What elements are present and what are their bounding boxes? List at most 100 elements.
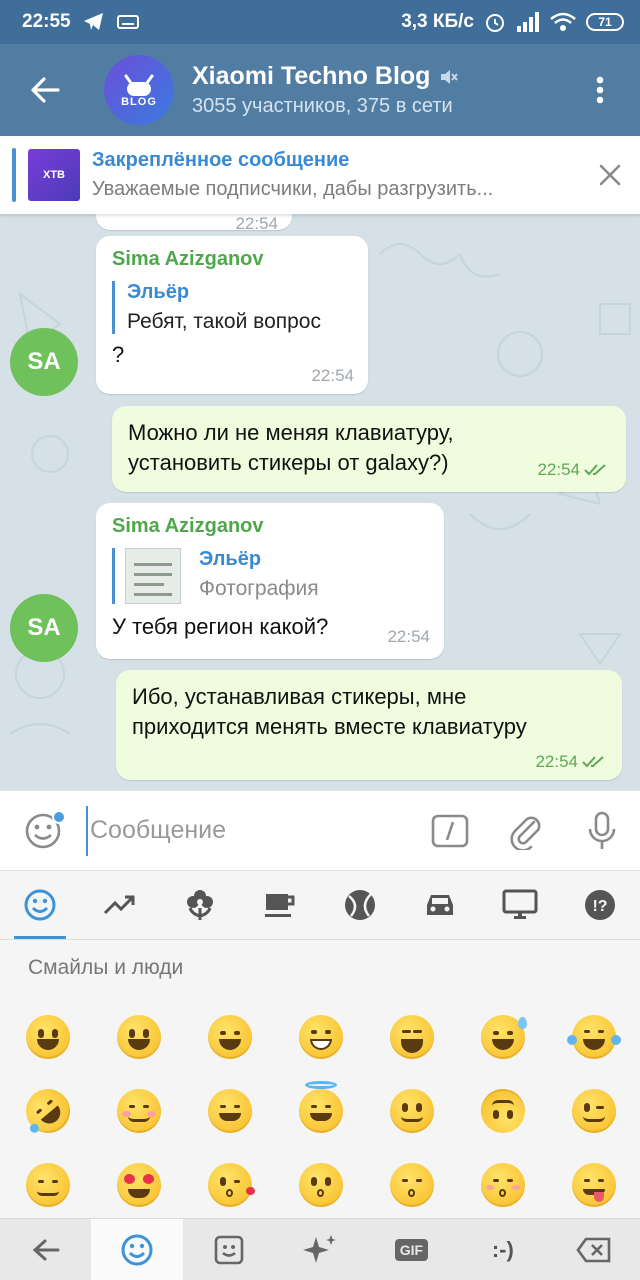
- pinned-accent-bar: [12, 148, 16, 202]
- emoticon-mode-button[interactable]: :-): [457, 1219, 548, 1280]
- message-bubble-incoming[interactable]: Sima Azizganov Эльёр Фотография У тебя р…: [96, 503, 444, 659]
- tab-activity[interactable]: [320, 871, 400, 939]
- emoji-kissing-heart[interactable]: [184, 1148, 275, 1222]
- tab-food[interactable]: [240, 871, 320, 939]
- emoji-smiling-eyes[interactable]: [184, 1074, 275, 1148]
- pinned-message[interactable]: XTB Закреплённое сообщение Уважаемые под…: [0, 136, 640, 214]
- sticker-mode-button[interactable]: [183, 1219, 274, 1280]
- emoji-back-button[interactable]: [0, 1219, 91, 1280]
- arrow-left-icon: [32, 1239, 60, 1260]
- bot-commands-button[interactable]: [412, 814, 488, 848]
- back-button[interactable]: [0, 44, 90, 136]
- message-time: 22:54: [387, 627, 430, 646]
- tab-travel[interactable]: [400, 871, 480, 939]
- tab-nature[interactable]: [160, 871, 240, 939]
- message-bubble-partial[interactable]: 22:54: [96, 214, 292, 233]
- tab-trending[interactable]: [80, 871, 160, 939]
- battery-icon: 71: [586, 13, 624, 31]
- reply-photo-thumbnail: [125, 548, 181, 604]
- chat-header: BLOG Xiaomi Techno Blog 3055 участников,…: [0, 44, 640, 136]
- gif-mode-button[interactable]: GIF: [366, 1219, 457, 1280]
- gif-icon: GIF: [394, 1238, 429, 1261]
- emoji-relieved[interactable]: [2, 1148, 93, 1222]
- emoji-upside-down[interactable]: [457, 1074, 548, 1148]
- sticker-icon: [214, 1235, 243, 1264]
- message-input[interactable]: Сообщение: [86, 805, 412, 856]
- message-time: 22:54: [311, 366, 354, 385]
- message-text-line: Ибо, устанавливая стикеры, мне: [132, 684, 467, 709]
- emoji-grinning[interactable]: [2, 1000, 93, 1074]
- sender-avatar[interactable]: SA: [10, 594, 78, 662]
- pinned-preview: Уважаемые подписчики, дабы разгрузить...: [92, 178, 494, 200]
- channel-title: Xiaomi Techno Blog: [192, 62, 431, 90]
- emoji-mode-button[interactable]: [91, 1219, 183, 1280]
- emoji-smiley[interactable]: [93, 1000, 184, 1074]
- emoji-laughing[interactable]: [366, 1000, 457, 1074]
- emoji-wink[interactable]: [548, 1074, 639, 1148]
- network-speed: 3,3 КБ/с: [401, 11, 474, 32]
- tab-smileys[interactable]: [0, 871, 80, 939]
- emoji-joy[interactable]: [548, 1000, 639, 1074]
- reply-text: Фотография: [199, 577, 319, 600]
- message-text-line: Можно ли не меняя клавиатуру,: [128, 420, 454, 445]
- status-time: 22:55: [22, 11, 71, 32]
- emoji-kissing[interactable]: [275, 1148, 366, 1222]
- backspace-button[interactable]: [549, 1219, 640, 1280]
- channel-members: 3055 участников, 375 в сети: [192, 95, 453, 117]
- emoji-grin[interactable]: [275, 1000, 366, 1074]
- message-bubble-incoming[interactable]: Sima Azizganov Эльёр Ребят, такой вопрос…: [96, 236, 368, 394]
- attach-button[interactable]: [488, 812, 564, 850]
- notification-dot: [52, 809, 66, 824]
- smile-icon: [121, 1234, 153, 1265]
- message-bubble-outgoing[interactable]: Можно ли не меняя клавиатуру, установить…: [112, 406, 626, 492]
- message-time: 22:54: [537, 460, 580, 479]
- tab-objects[interactable]: [480, 871, 560, 939]
- double-check-icon: [584, 464, 606, 476]
- message-text: У тебя регион какой?: [112, 614, 329, 639]
- emoji-innocent[interactable]: [275, 1074, 366, 1148]
- sparkle-button[interactable]: [274, 1219, 365, 1280]
- more-menu-button[interactable]: [560, 76, 640, 104]
- symbols-icon: !?: [585, 890, 615, 920]
- channel-avatar-label: BLOG: [121, 96, 157, 108]
- emoji-kissing-closed-eyes[interactable]: [457, 1148, 548, 1222]
- channel-avatar[interactable]: BLOG: [104, 55, 174, 125]
- muted-icon: [441, 69, 459, 84]
- emoji-yum[interactable]: [548, 1148, 639, 1222]
- emoji-sweat-smile[interactable]: [457, 1000, 548, 1074]
- tab-symbols[interactable]: !?: [560, 871, 640, 939]
- monitor-icon: [502, 889, 538, 919]
- pinned-title: Закреплённое сообщение: [92, 149, 350, 171]
- message-sender: Sima Azizganov: [112, 248, 264, 270]
- reply-quote[interactable]: Эльёр Фотография: [112, 548, 428, 604]
- microphone-icon: [588, 811, 616, 849]
- message-status: 22:54: [537, 460, 610, 480]
- pinned-close-button[interactable]: [580, 164, 640, 186]
- channel-info[interactable]: Xiaomi Techno Blog 3055 участников, 375 …: [192, 62, 560, 118]
- trending-icon: [103, 895, 135, 915]
- telegram-icon: [83, 13, 103, 30]
- arrow-left-icon: [31, 77, 60, 103]
- emoji-kissing-smiling-eyes[interactable]: [366, 1148, 457, 1222]
- sender-avatar[interactable]: SA: [10, 328, 78, 396]
- emoji-heart-eyes[interactable]: [93, 1148, 184, 1222]
- smile-icon: [24, 889, 56, 921]
- backspace-icon: [576, 1237, 611, 1262]
- signal-icon: [517, 12, 539, 32]
- pinned-thumbnail-label: XTB: [43, 169, 65, 181]
- message-text-line: приходится менять вместе клавиатуру: [132, 714, 527, 739]
- emoji-panel: Смайлы и люди: [0, 940, 640, 1218]
- emoji-slight-smile[interactable]: [366, 1074, 457, 1148]
- emoji-button[interactable]: [0, 809, 86, 850]
- emoji-blush[interactable]: [93, 1074, 184, 1148]
- keyboard-icon: [116, 15, 139, 29]
- voice-button[interactable]: [564, 811, 640, 851]
- reply-quote[interactable]: Эльёр Ребят, такой вопрос: [112, 281, 352, 334]
- message-bubble-outgoing[interactable]: Ибо, устанавливая стикеры, мне приходитс…: [116, 670, 622, 780]
- emoji-smile[interactable]: [184, 1000, 275, 1074]
- status-bar: 22:55 3,3 КБ/с 71: [0, 0, 640, 44]
- reply-accent-bar: [112, 548, 115, 604]
- chat-messages[interactable]: 22:54 SA Sima Azizganov Эльёр Ребят, так…: [0, 214, 640, 790]
- emoji-rofl[interactable]: [2, 1074, 93, 1148]
- avatar-initials: SA: [27, 614, 61, 641]
